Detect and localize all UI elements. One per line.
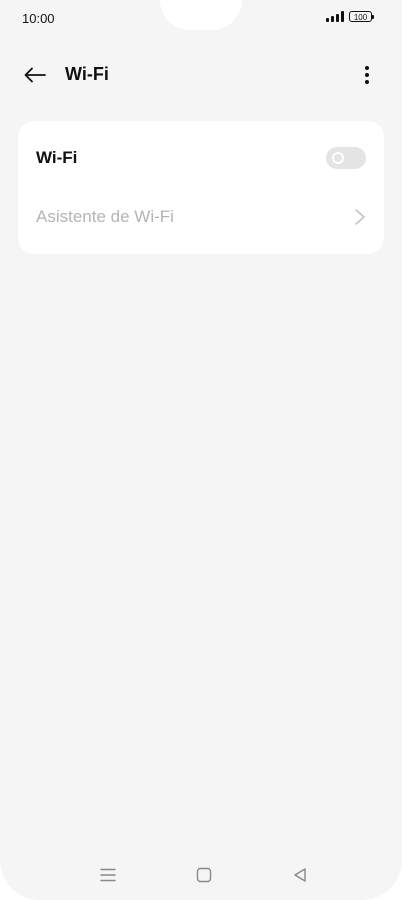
- back-button[interactable]: [16, 58, 54, 92]
- more-vertical-icon: [365, 66, 369, 84]
- signal-icon: [326, 11, 344, 22]
- page-title: Wi-Fi: [65, 64, 109, 84]
- camera-notch: [160, 0, 242, 30]
- recent-apps-button[interactable]: [93, 862, 123, 888]
- more-options-button[interactable]: [352, 60, 382, 90]
- wifi-row[interactable]: Wi-Fi: [18, 129, 384, 187]
- wifi-assistant-label: Asistente de Wi-Fi: [36, 207, 174, 226]
- phone-screen: 10:00 100 Wi-Fi Wi-Fi Asistente de Wi-Fi: [0, 0, 402, 900]
- toggle-off-icon: [332, 152, 344, 164]
- system-back-button[interactable]: [285, 862, 315, 888]
- arrow-left-icon: [24, 67, 46, 83]
- status-bar: 10:00 100: [0, 0, 402, 38]
- wifi-toggle[interactable]: [326, 147, 366, 169]
- status-time: 10:00: [22, 11, 55, 26]
- back-triangle-icon: [294, 868, 306, 882]
- app-header: Wi-Fi: [0, 52, 402, 98]
- wifi-label: Wi-Fi: [36, 148, 78, 167]
- settings-card: Wi-Fi Asistente de Wi-Fi: [18, 121, 384, 254]
- wifi-assistant-row[interactable]: Asistente de Wi-Fi: [18, 188, 384, 246]
- chevron-right-icon: [355, 209, 365, 225]
- battery-icon: 100: [349, 11, 374, 22]
- menu-icon: [100, 868, 116, 882]
- navigation-bar: [0, 858, 402, 892]
- home-icon: [196, 867, 212, 883]
- home-button[interactable]: [189, 862, 219, 888]
- status-icons: 100: [326, 11, 374, 22]
